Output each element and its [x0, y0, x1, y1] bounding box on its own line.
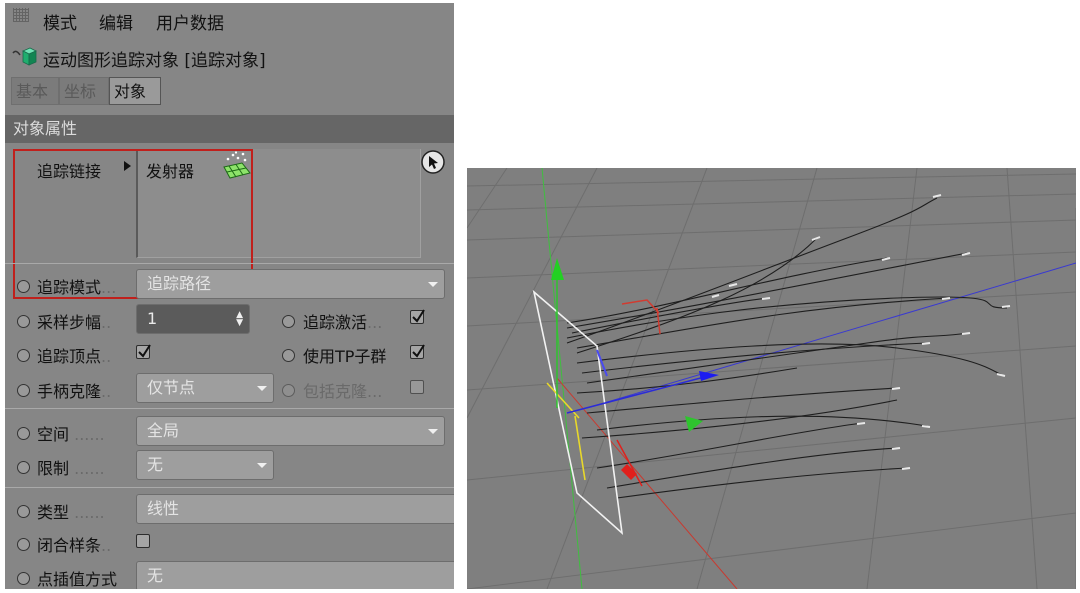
include-clone-checkbox[interactable] — [410, 380, 424, 394]
limit-label: 限制 ...... — [37, 459, 105, 478]
emitter-y-edge — [574, 415, 586, 481]
grip-icon[interactable] — [13, 8, 29, 22]
type-select[interactable]: 线性 — [136, 494, 454, 524]
object-title: 运动图形追踪对象 [追踪对象] — [43, 51, 266, 71]
space-label: 空间 ...... — [37, 425, 105, 444]
close-spline-label: 闭合样条.. — [37, 536, 112, 555]
tab-object[interactable]: 对象 — [109, 77, 161, 105]
trace-paths — [566, 197, 1008, 499]
type-label: 类型 ...... — [37, 503, 105, 522]
handle-clone-select[interactable]: 仅节点 — [136, 373, 274, 403]
handle-clone-radio[interactable] — [17, 384, 30, 397]
include-clone-label: 包括克隆... — [303, 382, 383, 401]
floor-grid — [467, 168, 1076, 589]
viewport-scene — [467, 168, 1076, 589]
tab-coordinates[interactable]: 坐标 — [59, 77, 109, 105]
gizmo-x-arrow-icon — [621, 464, 637, 480]
world-axis-y — [541, 168, 583, 589]
menu-edit[interactable]: 编辑 — [99, 9, 133, 34]
menu-bar: 模式 编辑 用户数据 — [5, 3, 454, 35]
cube-icon — [12, 47, 37, 66]
use-tp-radio[interactable] — [282, 349, 295, 362]
trace-active-label: 追踪激活... — [303, 313, 383, 332]
sampling-radio[interactable] — [17, 315, 30, 328]
trace-vertices-radio[interactable] — [17, 349, 30, 362]
sampling-label: 采样步幅.. — [37, 313, 112, 332]
world-axis-x — [556, 377, 738, 589]
limit-select[interactable]: 无 — [136, 450, 274, 480]
menu-mode[interactable]: 模式 — [43, 9, 77, 34]
interp-select[interactable]: 无 — [136, 561, 454, 589]
object-header: 运动图形追踪对象 [追踪对象] — [5, 43, 454, 73]
3d-viewport[interactable] — [467, 168, 1076, 589]
handle-clone-label: 手柄克隆.. — [37, 382, 112, 401]
close-spline-checkbox[interactable] — [136, 534, 150, 548]
space-select[interactable]: 全局 — [136, 416, 445, 446]
sampling-stepper[interactable]: 1 ▲ ▼ — [136, 304, 250, 334]
trace-mode-radio[interactable] — [17, 280, 30, 293]
trace-vertices-label: 追踪顶点.. — [37, 347, 112, 366]
attribute-manager-panel: 模式 编辑 用户数据 运动图形追踪对象 [追踪对象] 基本 坐标 对象 对象属性… — [5, 3, 454, 589]
type-radio[interactable] — [17, 505, 30, 518]
use-tp-label: 使用TP子群 — [303, 347, 387, 366]
interp-label: 点插值方式 — [37, 570, 118, 589]
gizmo-y-arrow-icon — [551, 258, 564, 280]
menu-userdata[interactable]: 用户数据 — [156, 9, 224, 34]
section-header: 对象属性 — [5, 115, 454, 143]
trail-end-markers — [711, 194, 1011, 470]
include-clone-radio[interactable] — [282, 384, 295, 397]
trace-mode-select[interactable]: 追踪路径 — [136, 269, 445, 299]
trace-active-checkbox[interactable] — [410, 309, 425, 324]
pick-cursor-icon[interactable] — [420, 149, 446, 175]
trace-vertices-checkbox[interactable] — [136, 344, 151, 359]
space-radio[interactable] — [17, 427, 30, 440]
trace-mode-label: 追踪模式... — [37, 278, 117, 297]
trace-active-radio[interactable] — [282, 315, 295, 328]
use-tp-checkbox[interactable] — [410, 344, 425, 359]
limit-radio[interactable] — [17, 461, 30, 474]
close-spline-radio[interactable] — [17, 538, 30, 551]
interp-radio[interactable] — [17, 572, 30, 585]
tab-basic[interactable]: 基本 — [11, 77, 59, 105]
gizmo-z-axis — [566, 374, 713, 414]
